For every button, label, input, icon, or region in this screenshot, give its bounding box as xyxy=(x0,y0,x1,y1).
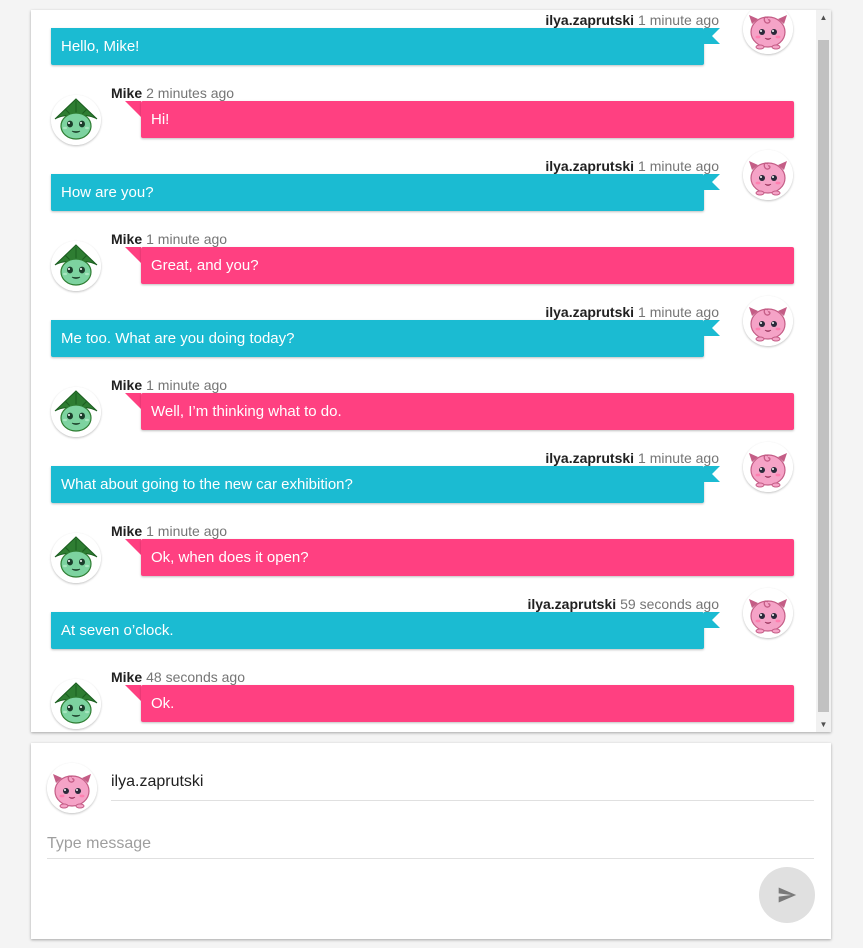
bubble-tail xyxy=(125,101,141,117)
compose-username: ilya.zaprutski xyxy=(111,773,814,801)
scrollbar[interactable]: ▲ ▼ xyxy=(816,10,831,732)
message-meta: ilya.zaprutski 59 seconds ago xyxy=(527,596,719,612)
message-row: ilya.zaprutski 1 minute ago Me too. What a… xyxy=(31,294,816,367)
timestamp: 1 minute ago xyxy=(638,12,719,28)
author-name: ilya.zaprutski xyxy=(545,158,635,174)
message-meta: Mike 48 seconds ago xyxy=(111,669,245,685)
message-row: Mike 48 seconds ago Ok. xyxy=(31,659,816,732)
timestamp: 2 minutes ago xyxy=(146,85,235,101)
author-name: ilya.zaprutski xyxy=(545,304,635,320)
user-avatar xyxy=(47,763,97,813)
timestamp: 1 minute ago xyxy=(638,158,719,174)
message-row: ilya.zaprutski 59 seconds ago At seven o’c… xyxy=(31,586,816,659)
author-name: Mike xyxy=(111,231,143,247)
scroll-up-arrow-icon[interactable]: ▲ xyxy=(816,10,831,25)
send-button[interactable] xyxy=(759,867,815,923)
message-bubble: Well, I’m thinking what to do. xyxy=(141,393,794,430)
chat-panel: ilya.zaprutski 1 minute ago Hello, Mike! Mi… xyxy=(31,10,831,732)
message-bubble: Ok. xyxy=(141,685,794,722)
pink-creature-avatar xyxy=(743,588,793,638)
message-bubble: Ok, when does it open? xyxy=(141,539,794,576)
author-name: Mike xyxy=(111,377,143,393)
author-name: Mike xyxy=(111,669,143,685)
green-creature-avatar xyxy=(51,679,101,729)
message-row: ilya.zaprutski 1 minute ago Hello, Mike! xyxy=(31,10,816,75)
author-name: ilya.zaprutski xyxy=(545,450,635,466)
timestamp: 1 minute ago xyxy=(146,377,228,393)
green-creature-avatar xyxy=(51,533,101,583)
pink-creature-avatar xyxy=(743,10,793,54)
timestamp: 48 seconds ago xyxy=(146,669,245,685)
message-meta: ilya.zaprutski 1 minute ago xyxy=(545,158,719,174)
message-meta: Mike 1 minute ago xyxy=(111,377,227,393)
message-row: Mike 1 minute ago Ok, when does it open? xyxy=(31,513,816,586)
message-bubble: Hello, Mike! xyxy=(51,28,704,65)
message-meta: ilya.zaprutski 1 minute ago xyxy=(545,12,719,28)
author-name: ilya.zaprutski xyxy=(527,596,617,612)
author-name: ilya.zaprutski xyxy=(545,12,635,28)
message-meta: Mike 2 minutes ago xyxy=(111,85,234,101)
bubble-tail xyxy=(125,685,141,701)
green-creature-avatar xyxy=(51,241,101,291)
pink-creature-avatar xyxy=(743,150,793,200)
author-name: Mike xyxy=(111,85,143,101)
scroll-down-arrow-icon[interactable]: ▼ xyxy=(816,717,831,732)
message-bubble: What about going to the new car exhibiti… xyxy=(51,466,704,503)
message-row: Mike 1 minute ago Well, I’m thinking what … xyxy=(31,367,816,440)
message-bubble: How are you? xyxy=(51,174,704,211)
message-meta: Mike 1 minute ago xyxy=(111,231,227,247)
pink-creature-avatar xyxy=(743,442,793,492)
bubble-tail xyxy=(125,393,141,409)
green-creature-avatar xyxy=(51,95,101,145)
message-meta: Mike 1 minute ago xyxy=(111,523,227,539)
message-bubble: Hi! xyxy=(141,101,794,138)
message-meta: ilya.zaprutski 1 minute ago xyxy=(545,450,719,466)
author-name: Mike xyxy=(111,523,143,539)
message-bubble: Me too. What are you doing today? xyxy=(51,320,704,357)
message-row: Mike 2 minutes ago Hi! xyxy=(31,75,816,148)
pink-creature-avatar xyxy=(743,296,793,346)
message-row: ilya.zaprutski 1 minute ago How are you? xyxy=(31,148,816,221)
bubble-tail xyxy=(125,539,141,555)
compose-panel: ilya.zaprutski xyxy=(31,743,831,939)
message-meta: ilya.zaprutski 1 minute ago xyxy=(545,304,719,320)
message-bubble: At seven o’clock. xyxy=(51,612,704,649)
timestamp: 1 minute ago xyxy=(146,231,228,247)
send-icon xyxy=(778,887,797,903)
green-creature-avatar xyxy=(51,387,101,437)
timestamp: 1 minute ago xyxy=(146,523,228,539)
message-input[interactable] xyxy=(47,829,814,859)
message-row: ilya.zaprutski 1 minute ago What about goi… xyxy=(31,440,816,513)
bubble-tail xyxy=(125,247,141,263)
scroll-thumb[interactable] xyxy=(818,40,829,712)
timestamp: 1 minute ago xyxy=(638,304,719,320)
timestamp: 1 minute ago xyxy=(638,450,719,466)
timestamp: 59 seconds ago xyxy=(620,596,719,612)
message-row: Mike 1 minute ago Great, and you? xyxy=(31,221,816,294)
message-bubble: Great, and you? xyxy=(141,247,794,284)
